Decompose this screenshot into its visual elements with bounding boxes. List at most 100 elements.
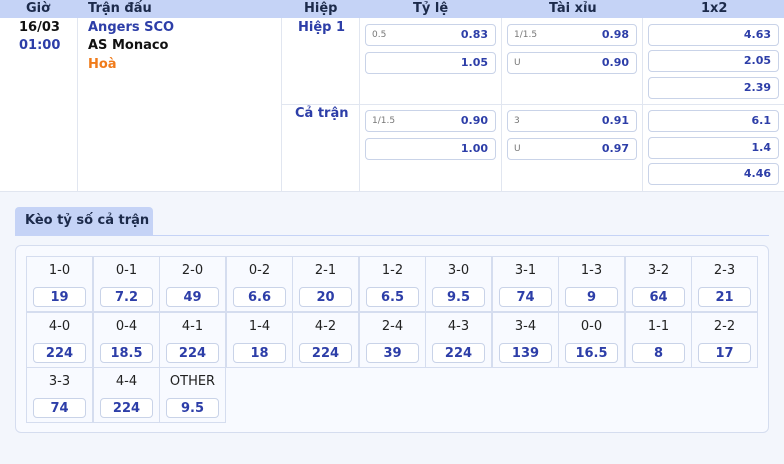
score-cell: 2-0 49: [159, 256, 226, 312]
odds-value: 1.4: [751, 141, 772, 154]
match-time: 01:00: [19, 38, 61, 53]
odds-button[interactable]: 3 0.91: [507, 110, 637, 132]
score-label: 0-4: [115, 319, 138, 334]
tab-underline: [15, 235, 769, 236]
odds-button[interactable]: 4.63: [648, 24, 779, 46]
score-cell: 1-0 19: [26, 256, 93, 312]
score-cell: 4-2 224: [292, 312, 359, 368]
score-cell: 0-2 6.6: [226, 256, 293, 312]
ou-line: 3: [514, 116, 520, 126]
score-label: 3-2: [647, 263, 670, 278]
score-cell: 0-0 16.5: [558, 312, 625, 368]
draw-label: Hoà: [88, 57, 117, 72]
score-cell: 4-0 224: [26, 312, 93, 368]
odds-button[interactable]: U 0.97: [507, 138, 637, 160]
odds-button[interactable]: 0.5 0.83: [365, 24, 496, 46]
score-label: 2-3: [713, 263, 736, 278]
score-odds-button[interactable]: 6.6: [233, 287, 286, 307]
score-cell: 2-3 21: [691, 256, 758, 312]
score-cell: 2-1 20: [292, 256, 359, 312]
score-odds-button[interactable]: 64: [632, 287, 685, 307]
score-cell: 0-1 7.2: [93, 256, 160, 312]
score-odds-button[interactable]: 9.5: [166, 398, 219, 418]
score-odds-button[interactable]: 224: [166, 343, 219, 363]
odds-button[interactable]: 1/1.5 0.90: [365, 110, 496, 132]
handicap-line: 0.5: [372, 30, 387, 40]
odds-button[interactable]: 4.46: [648, 163, 779, 185]
odds-button[interactable]: 6.1: [648, 110, 779, 132]
odds-value: 0.90: [601, 56, 629, 69]
score-label: 4-1: [181, 319, 204, 334]
handicap-line: 1/1.5: [372, 116, 396, 126]
header-overunder: Tài xỉu: [549, 1, 597, 16]
score-odds-button[interactable]: 16.5: [565, 343, 618, 363]
header-half: Hiệp: [304, 1, 338, 16]
score-cell: 3-2 64: [625, 256, 692, 312]
score-odds-button[interactable]: 6.5: [366, 287, 419, 307]
odds-value: 4.63: [743, 28, 771, 41]
odds-value: 0.97: [601, 142, 629, 155]
score-odds-button[interactable]: 7.2: [100, 287, 153, 307]
table-header: Giờ Trận đấu Hiệp Tỷ lệ Tài xỉu 1x2: [0, 0, 784, 18]
score-label: 1-0: [48, 263, 71, 278]
first-half-label: Hiệp 1: [298, 20, 346, 35]
score-cell: 3-0 9.5: [425, 256, 492, 312]
score-label: 1-3: [580, 263, 603, 278]
score-odds-button[interactable]: 49: [166, 287, 219, 307]
score-label: 3-4: [514, 319, 537, 334]
score-label: 1-1: [647, 319, 670, 334]
score-label: 1-4: [248, 319, 271, 334]
score-odds-button[interactable]: 224: [432, 343, 485, 363]
score-cell: 3-1 74: [492, 256, 559, 312]
score-odds-button[interactable]: 18: [233, 343, 286, 363]
odds-button[interactable]: 2.05: [648, 50, 779, 72]
header-match: Trận đấu: [88, 1, 152, 16]
odds-button[interactable]: 1.00: [365, 138, 496, 160]
odds-value: 0.83: [460, 28, 488, 41]
header-handicap: Tỷ lệ: [413, 1, 449, 16]
odds-button[interactable]: 1.4: [648, 137, 779, 159]
score-label: 2-0: [181, 263, 204, 278]
score-label: 0-2: [248, 263, 271, 278]
odds-button[interactable]: U 0.90: [507, 52, 637, 74]
score-label: 4-2: [314, 319, 337, 334]
score-odds-button[interactable]: 224: [100, 398, 153, 418]
away-team[interactable]: AS Monaco: [88, 38, 168, 53]
score-odds-button[interactable]: 18.5: [100, 343, 153, 363]
score-label: 0-1: [115, 263, 138, 278]
header-time: Giờ: [26, 1, 51, 16]
score-cell: OTHER 9.5: [159, 367, 226, 423]
score-label: 3-1: [514, 263, 537, 278]
odds-button[interactable]: 1/1.5 0.98: [507, 24, 637, 46]
score-odds-button[interactable]: 17: [698, 343, 751, 363]
home-team[interactable]: Angers SCO: [88, 20, 174, 35]
full-time-label: Cả trận: [295, 106, 349, 121]
score-label: 2-1: [314, 263, 337, 278]
score-cell: 4-4 224: [93, 367, 160, 423]
score-odds-button[interactable]: 139: [499, 343, 552, 363]
score-odds-button[interactable]: 9.5: [432, 287, 485, 307]
score-odds-button[interactable]: 74: [499, 287, 552, 307]
score-odds-button[interactable]: 224: [33, 343, 86, 363]
odds-button[interactable]: 1.05: [365, 52, 496, 74]
score-odds-button[interactable]: 9: [565, 287, 618, 307]
score-odds-button[interactable]: 74: [33, 398, 86, 418]
ou-line: 1/1.5: [514, 30, 538, 40]
score-cell: 1-4 18: [226, 312, 293, 368]
odds-value: 6.1: [751, 114, 772, 127]
score-odds-button[interactable]: 21: [698, 287, 751, 307]
score-cell: 2-4 39: [359, 312, 426, 368]
score-label: 0-0: [580, 319, 603, 334]
score-odds-button[interactable]: 19: [33, 287, 86, 307]
score-label: 2-4: [381, 319, 404, 334]
tab-correct-score[interactable]: Kèo tỷ số cả trận: [15, 207, 153, 235]
divider: [282, 104, 784, 105]
odds-value: 0.90: [460, 114, 488, 127]
odds-value: 0.98: [601, 28, 629, 41]
score-cell: 4-3 224: [425, 312, 492, 368]
score-odds-button[interactable]: 224: [299, 343, 352, 363]
score-odds-button[interactable]: 20: [299, 287, 352, 307]
score-odds-button[interactable]: 8: [632, 343, 685, 363]
score-odds-button[interactable]: 39: [366, 343, 419, 363]
odds-button[interactable]: 2.39: [648, 77, 779, 99]
